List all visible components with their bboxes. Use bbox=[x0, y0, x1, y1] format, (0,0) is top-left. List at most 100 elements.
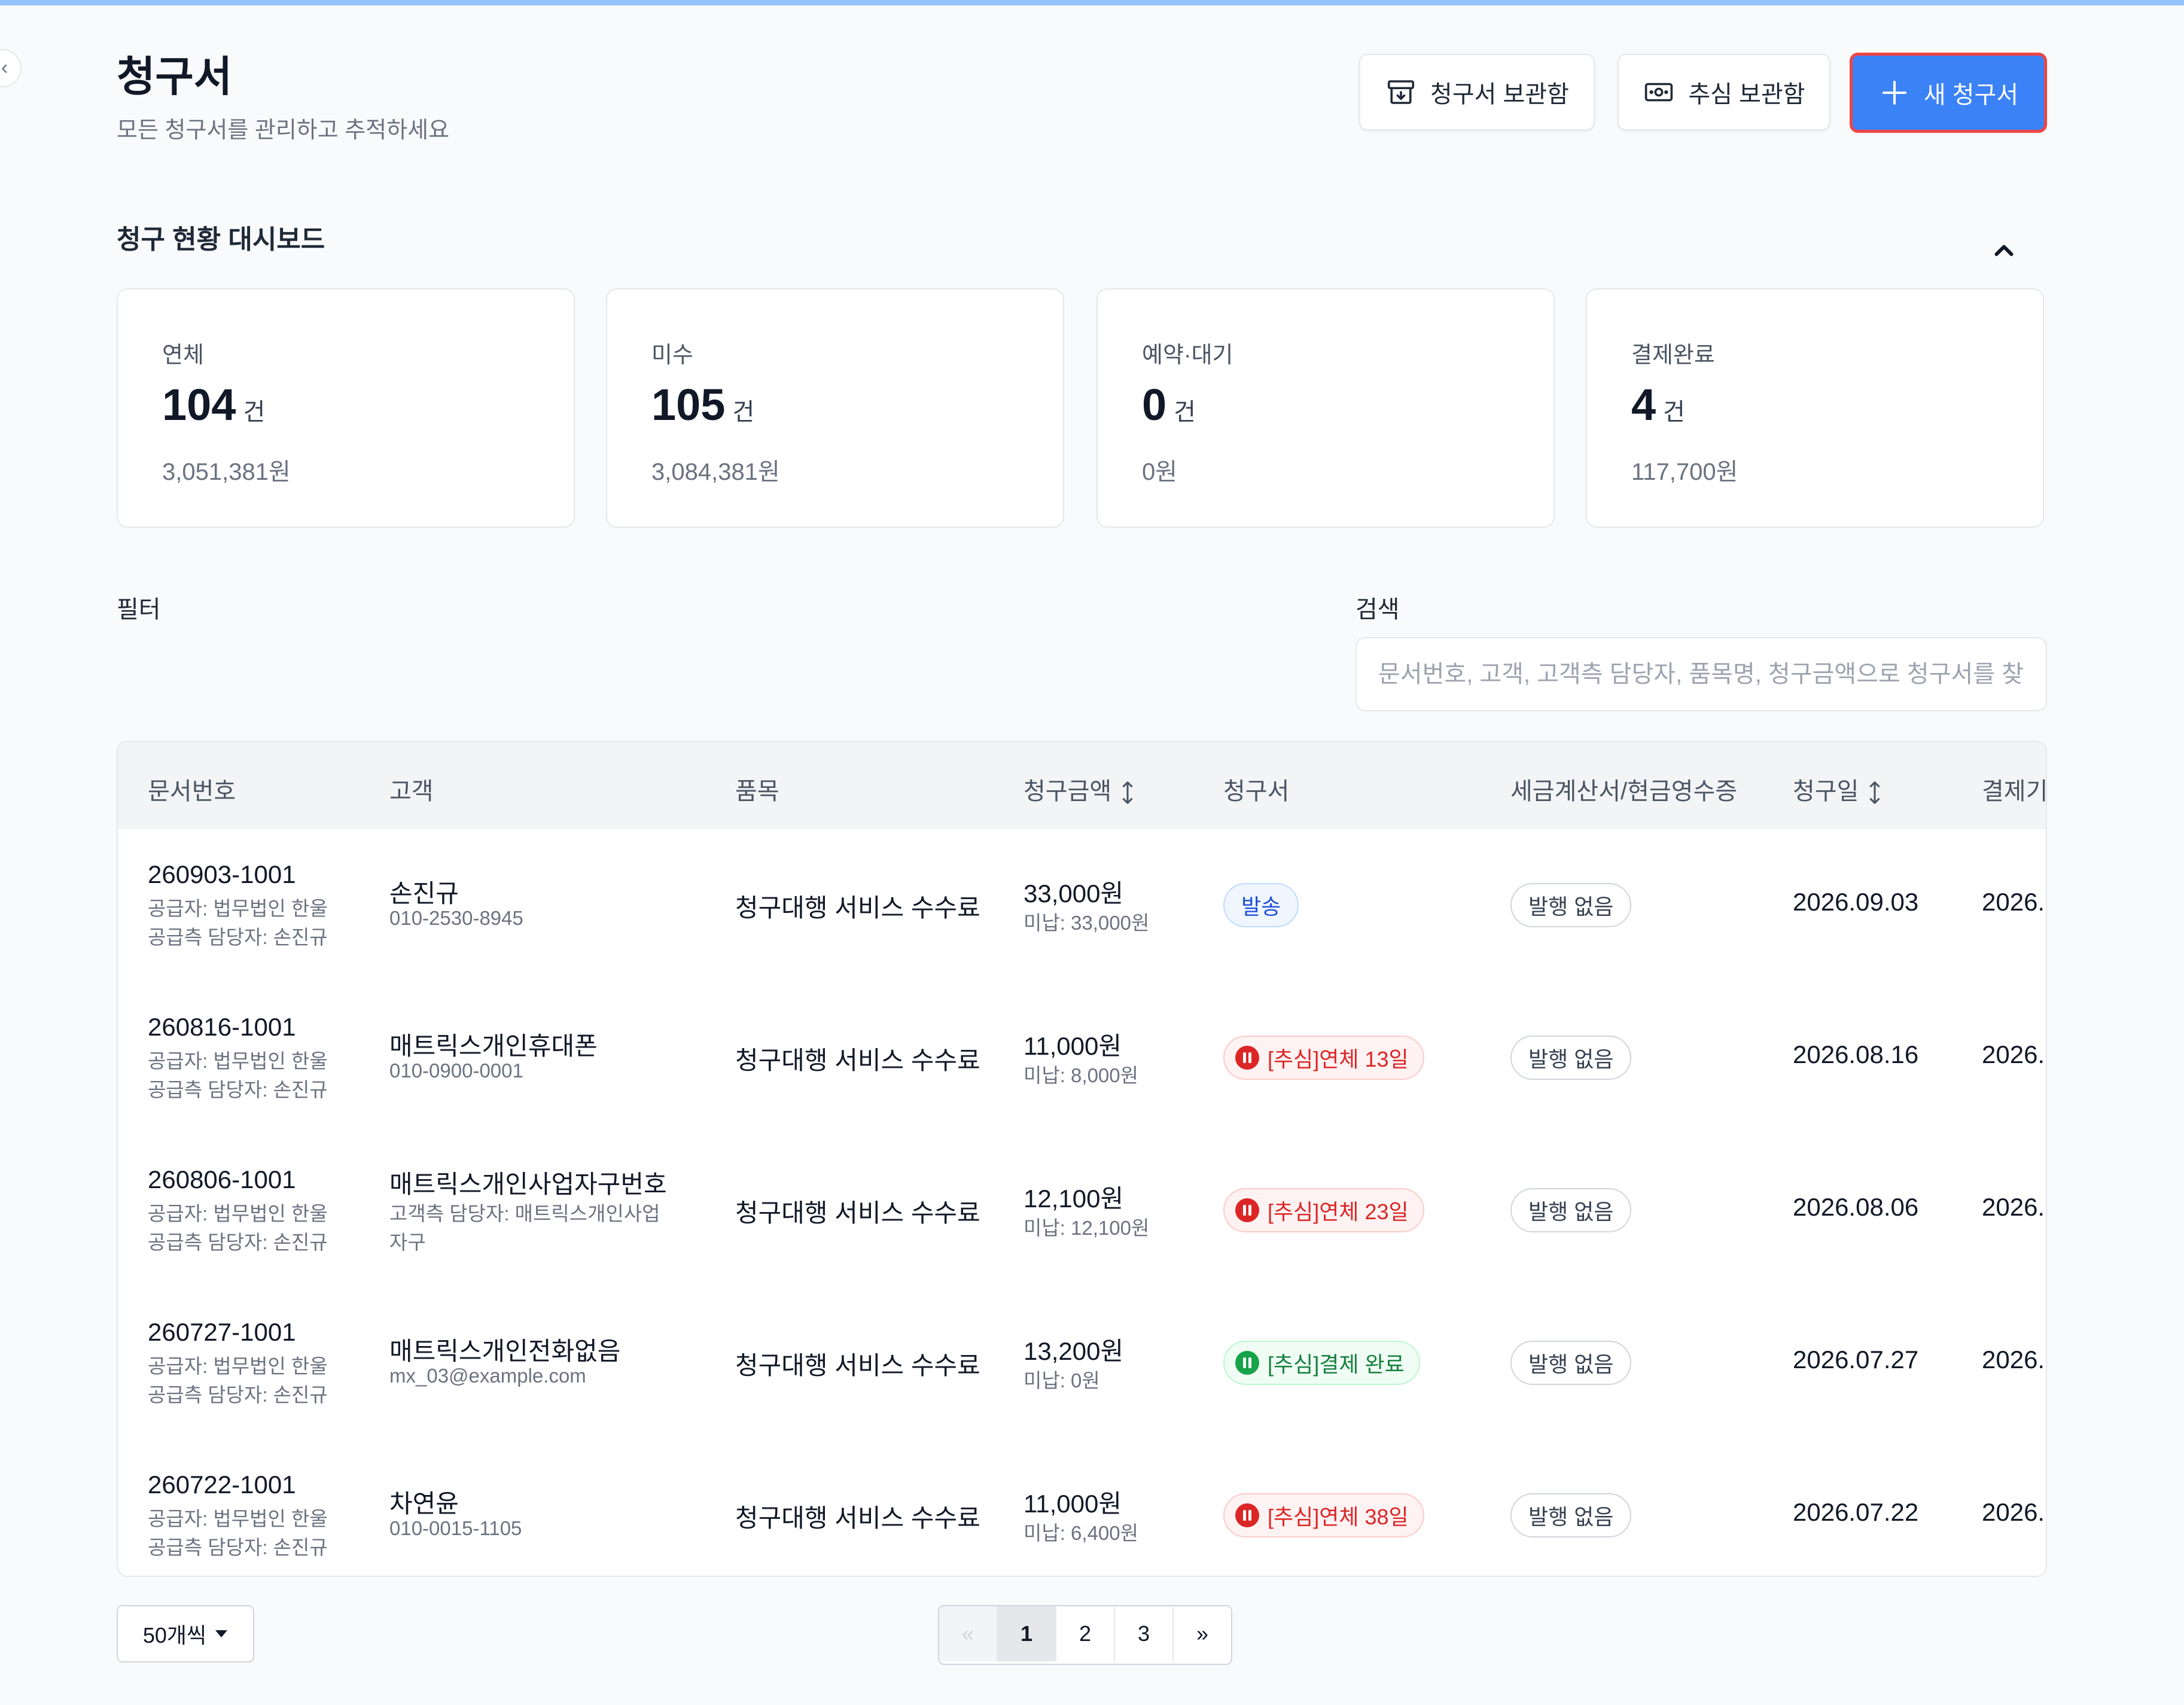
supplier-manager: 공급측 담당자: 손진규 bbox=[148, 1536, 328, 1558]
due-date: 2026. bbox=[1982, 888, 2045, 916]
pause-icon bbox=[1235, 1046, 1259, 1070]
header-date-sort[interactable]: 청구일 bbox=[1793, 772, 1885, 806]
card-amount: 3,084,381원 bbox=[651, 459, 780, 485]
customer-contact-cont: 자구 bbox=[389, 1231, 426, 1253]
doc-number[interactable]: 260727-1001 bbox=[148, 1318, 296, 1347]
collection-archive-button[interactable]: 추심 보관함 bbox=[1618, 54, 1830, 130]
per-page-select[interactable]: 50개씩 bbox=[117, 1605, 254, 1663]
status-badge[interactable]: [추심]결제 완료 bbox=[1223, 1341, 1420, 1385]
due-date: 2026. bbox=[1982, 1193, 2045, 1221]
page-2-button[interactable]: 2 bbox=[1056, 1606, 1115, 1661]
page-title: 청구서 bbox=[117, 53, 233, 100]
tax-label: 발행 없음 bbox=[1528, 894, 1614, 919]
customer-contact: 고객측 담당자: 매트릭스개인사업 bbox=[389, 1202, 660, 1225]
table-row[interactable]: 260806-1001 공급자: 법무법인 한울 공급측 담당자: 손진규 매트… bbox=[118, 1134, 2046, 1288]
pause-icon bbox=[1235, 1198, 1259, 1222]
prev-page-button[interactable]: « bbox=[939, 1606, 998, 1661]
page-1-button[interactable]: 1 bbox=[998, 1606, 1056, 1661]
doc-number[interactable]: 260722-1001 bbox=[148, 1470, 296, 1499]
item-name: 청구대행 서비스 수수료 bbox=[735, 1504, 980, 1532]
invoice-table: 문서번호 고객 품목 청구금액 청구서 세금계산서/현금영수증 청구일 결제기한… bbox=[117, 741, 2047, 1577]
overdue-card[interactable]: 연체 104 건 3,051,381원 bbox=[117, 288, 575, 528]
status-badge[interactable]: [추심]연체 23일 bbox=[1223, 1188, 1424, 1232]
table-header: 문서번호 고객 품목 청구금액 청구서 세금계산서/현금영수증 청구일 결제기한 bbox=[118, 742, 2046, 830]
archive-icon bbox=[1387, 80, 1415, 104]
tax-badge[interactable]: 발행 없음 bbox=[1510, 1341, 1632, 1385]
pause-icon bbox=[1235, 1503, 1259, 1527]
doc-number[interactable]: 260816-1001 bbox=[148, 1013, 296, 1042]
tax-label: 발행 없음 bbox=[1528, 1199, 1614, 1224]
customer-name: 매트릭스개인휴대폰 bbox=[389, 1032, 598, 1060]
next-page-button[interactable]: » bbox=[1174, 1606, 1231, 1661]
unpaid-amount: 미납: 0원 bbox=[1024, 1369, 1100, 1392]
unpaid-card[interactable]: 미수 105 건 3,084,381원 bbox=[606, 288, 1064, 528]
header-date: 청구일 bbox=[1793, 778, 1859, 805]
top-accent-bar bbox=[0, 0, 2184, 5]
unpaid-amount: 미납: 6,400원 bbox=[1024, 1522, 1138, 1544]
doc-number[interactable]: 260806-1001 bbox=[148, 1165, 296, 1194]
money-icon bbox=[1645, 83, 1673, 102]
customer-name: 차연윤 bbox=[389, 1490, 459, 1518]
status-badge[interactable]: [추심]연체 13일 bbox=[1223, 1036, 1424, 1080]
invoice-archive-button[interactable]: 청구서 보관함 bbox=[1359, 54, 1595, 130]
table-row[interactable]: 260816-1001 공급자: 법무법인 한울 공급측 담당자: 손진규 매트… bbox=[118, 982, 2046, 1135]
unpaid-amount: 미납: 12,100원 bbox=[1024, 1217, 1150, 1239]
search-input[interactable] bbox=[1356, 637, 2047, 711]
status-label: [추심]결제 완료 bbox=[1268, 1352, 1405, 1377]
tax-badge[interactable]: 발행 없음 bbox=[1510, 1188, 1632, 1232]
page-subtitle: 모든 청구서를 관리하고 추적하세요 bbox=[117, 118, 450, 143]
unpaid-amount: 미납: 8,000원 bbox=[1024, 1064, 1138, 1086]
header-invoice: 청구서 bbox=[1223, 778, 1290, 805]
unpaid-amount: 미납: 33,000원 bbox=[1024, 912, 1150, 934]
customer-contact: 010-0900-0001 bbox=[389, 1059, 523, 1082]
table-row[interactable]: 260722-1001 공급자: 법무법인 한울 공급측 담당자: 손진규 차연… bbox=[118, 1439, 2046, 1576]
header-amount-sort[interactable]: 청구금액 bbox=[1024, 772, 1138, 806]
status-label: [추심]연체 23일 bbox=[1268, 1199, 1409, 1224]
status-badge[interactable]: [추심]연체 38일 bbox=[1223, 1493, 1424, 1537]
sidebar-toggle-button[interactable]: ‹ bbox=[0, 49, 22, 87]
invoice-date: 2026.08.06 bbox=[1793, 1193, 1919, 1221]
amount: 11,000원 bbox=[1024, 1490, 1122, 1518]
header-amount: 청구금액 bbox=[1024, 778, 1112, 805]
header-doc-no: 문서번호 bbox=[148, 778, 236, 805]
card-count: 105 건 bbox=[651, 380, 755, 430]
due-date: 2026. bbox=[1982, 1498, 2045, 1526]
chevron-left-icon: ‹ bbox=[1, 56, 8, 79]
tax-badge[interactable]: 발행 없음 bbox=[1510, 883, 1632, 927]
card-amount: 3,051,381원 bbox=[162, 459, 291, 485]
customer-contact: mx_03@example.com bbox=[389, 1365, 586, 1387]
tax-badge[interactable]: 발행 없음 bbox=[1510, 1036, 1632, 1080]
card-label: 연체 bbox=[162, 343, 204, 368]
collection-archive-label: 추심 보관함 bbox=[1688, 81, 1805, 108]
page-3-button[interactable]: 3 bbox=[1115, 1606, 1174, 1661]
supplier-manager: 공급측 담당자: 손진규 bbox=[148, 1384, 328, 1406]
chevron-up-icon[interactable] bbox=[1986, 233, 2022, 269]
amount: 12,100원 bbox=[1024, 1185, 1124, 1213]
status-badge[interactable]: 발송 bbox=[1223, 883, 1299, 927]
doc-number[interactable]: 260903-1001 bbox=[148, 860, 296, 889]
customer-name: 손진규 bbox=[389, 879, 459, 908]
item-name: 청구대행 서비스 수수료 bbox=[735, 1199, 980, 1227]
sort-icon bbox=[1122, 781, 1133, 805]
header-item: 품목 bbox=[735, 778, 779, 805]
table-row[interactable]: 260903-1001 공급자: 법무법인 한울 공급측 담당자: 손진규 손진… bbox=[118, 829, 2046, 983]
card-label: 미수 bbox=[651, 343, 693, 368]
card-amount: 0원 bbox=[1142, 459, 1178, 485]
caret-down-icon bbox=[215, 1630, 228, 1637]
invoice-archive-label: 청구서 보관함 bbox=[1430, 81, 1569, 108]
status-label: 발송 bbox=[1241, 894, 1281, 919]
supplier-manager: 공급측 담당자: 손진규 bbox=[148, 1231, 328, 1253]
new-invoice-button[interactable]: 새 청구서 bbox=[1850, 53, 2047, 133]
due-date: 2026. bbox=[1982, 1345, 2045, 1374]
pause-icon bbox=[1235, 1351, 1259, 1375]
sort-icon bbox=[1870, 781, 1880, 805]
paid-card[interactable]: 결제완료 4건 117,700원 bbox=[1586, 288, 2044, 528]
customer-contact: 010-0015-1105 bbox=[389, 1517, 522, 1539]
scheduled-card[interactable]: 예약·대기 0건 0원 bbox=[1096, 288, 1555, 528]
per-page-label: 50개씩 bbox=[142, 1623, 207, 1648]
tax-badge[interactable]: 발행 없음 bbox=[1510, 1493, 1632, 1537]
table-row[interactable]: 260727-1001 공급자: 법무법인 한울 공급측 담당자: 손진규 매트… bbox=[118, 1287, 2046, 1441]
pagination: « 1 2 3 » bbox=[938, 1605, 1232, 1665]
item-name: 청구대행 서비스 수수료 bbox=[735, 1351, 980, 1380]
status-label: [추심]연체 38일 bbox=[1268, 1505, 1409, 1529]
